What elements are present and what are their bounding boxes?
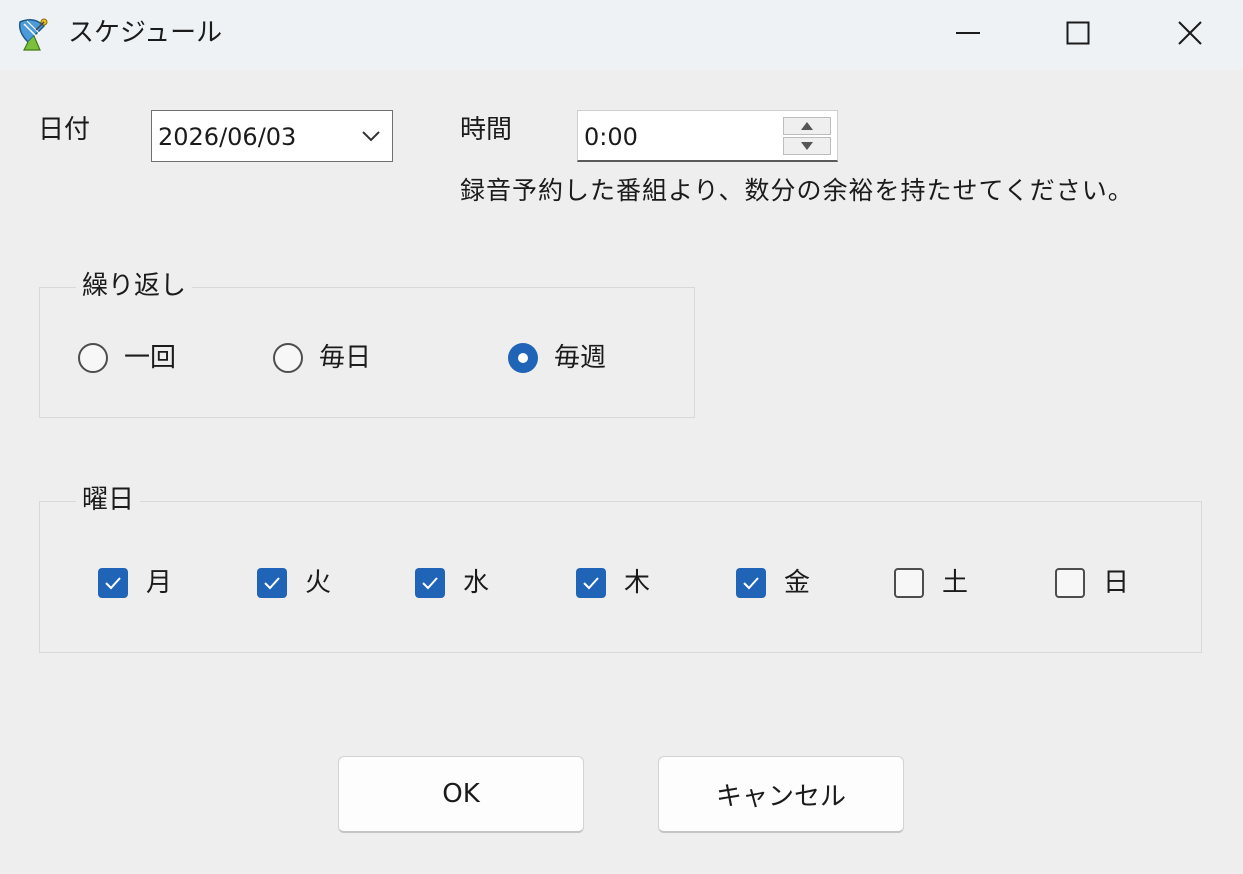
- time-label: 時間: [460, 115, 513, 145]
- window-title: スケジュール: [68, 18, 223, 48]
- checkbox-tue[interactable]: 火: [257, 563, 331, 603]
- date-label: 日付: [38, 115, 91, 145]
- time-spinner: [783, 117, 831, 155]
- checkbox-wed-box[interactable]: [415, 568, 445, 598]
- checkbox-mon-box[interactable]: [98, 568, 128, 598]
- radio-once-label[interactable]: 一回: [124, 342, 176, 374]
- time-value: 0:00: [584, 123, 638, 151]
- checkbox-fri-box[interactable]: [736, 568, 766, 598]
- checkbox-sat-label[interactable]: 土: [942, 567, 968, 599]
- checkbox-sat-box[interactable]: [894, 568, 924, 598]
- close-icon: [1178, 21, 1202, 45]
- checkbox-tue-label[interactable]: 火: [305, 567, 331, 599]
- radio-daily-label[interactable]: 毎日: [319, 342, 371, 374]
- checkbox-sun-label[interactable]: 日: [1103, 567, 1129, 599]
- time-input[interactable]: 0:00: [577, 110, 838, 162]
- repeat-group-title: 繰り返し: [76, 270, 193, 302]
- maximize-icon: [1066, 21, 1090, 45]
- checkmark-icon: [264, 577, 280, 590]
- title-bar: スケジュール: [0, 0, 1243, 70]
- repeat-groupbox: 繰り返し 一回 毎日 毎週: [39, 270, 695, 418]
- checkbox-sun-box[interactable]: [1055, 568, 1085, 598]
- weekday-group-title: 曜日: [76, 484, 141, 516]
- date-picker[interactable]: 2026/06/03: [151, 110, 393, 162]
- checkbox-tue-box[interactable]: [257, 568, 287, 598]
- radio-weekly-label[interactable]: 毎週: [554, 342, 606, 374]
- checkbox-sat[interactable]: 土: [894, 563, 968, 603]
- close-button[interactable]: [1160, 8, 1220, 58]
- checkbox-thu[interactable]: 木: [576, 563, 650, 603]
- hint-text: 録音予約した番組より、数分の余裕を持たせてください。: [460, 176, 1134, 205]
- maximize-button[interactable]: [1048, 8, 1108, 58]
- radio-daily[interactable]: 毎日: [273, 338, 371, 378]
- checkbox-wed[interactable]: 水: [415, 563, 489, 603]
- checkbox-fri[interactable]: 金: [736, 563, 810, 603]
- radio-weekly[interactable]: 毎週: [508, 338, 606, 378]
- checkmark-icon: [583, 577, 599, 590]
- triangle-up-icon: [801, 122, 813, 130]
- radio-weekly-circle[interactable]: [508, 343, 538, 373]
- weekday-groupbox: 曜日 月 火 水 木 金 土 日: [39, 484, 1202, 653]
- checkbox-thu-box[interactable]: [576, 568, 606, 598]
- checkmark-icon: [422, 577, 438, 590]
- checkbox-sun[interactable]: 日: [1055, 563, 1129, 603]
- date-value: 2026/06/03: [158, 123, 297, 151]
- checkbox-fri-label[interactable]: 金: [784, 567, 810, 599]
- cancel-button[interactable]: キャンセル: [658, 756, 904, 833]
- spin-up-button[interactable]: [783, 117, 831, 135]
- checkbox-mon-label[interactable]: 月: [146, 567, 172, 599]
- checkbox-mon[interactable]: 月: [98, 563, 172, 603]
- checkmark-icon: [105, 577, 121, 590]
- spin-down-button[interactable]: [783, 137, 831, 155]
- chevron-down-icon[interactable]: [360, 125, 382, 147]
- radio-once[interactable]: 一回: [78, 338, 176, 378]
- minimize-icon: [956, 32, 980, 34]
- checkbox-thu-label[interactable]: 木: [624, 567, 650, 599]
- ok-button[interactable]: OK: [338, 756, 584, 833]
- checkbox-wed-label[interactable]: 水: [463, 567, 489, 599]
- checkmark-icon: [743, 577, 759, 590]
- triangle-down-icon: [801, 142, 813, 150]
- radio-daily-circle[interactable]: [273, 343, 303, 373]
- minimize-button[interactable]: [938, 8, 998, 58]
- radio-once-circle[interactable]: [78, 343, 108, 373]
- satellite-dish-icon: [14, 12, 56, 54]
